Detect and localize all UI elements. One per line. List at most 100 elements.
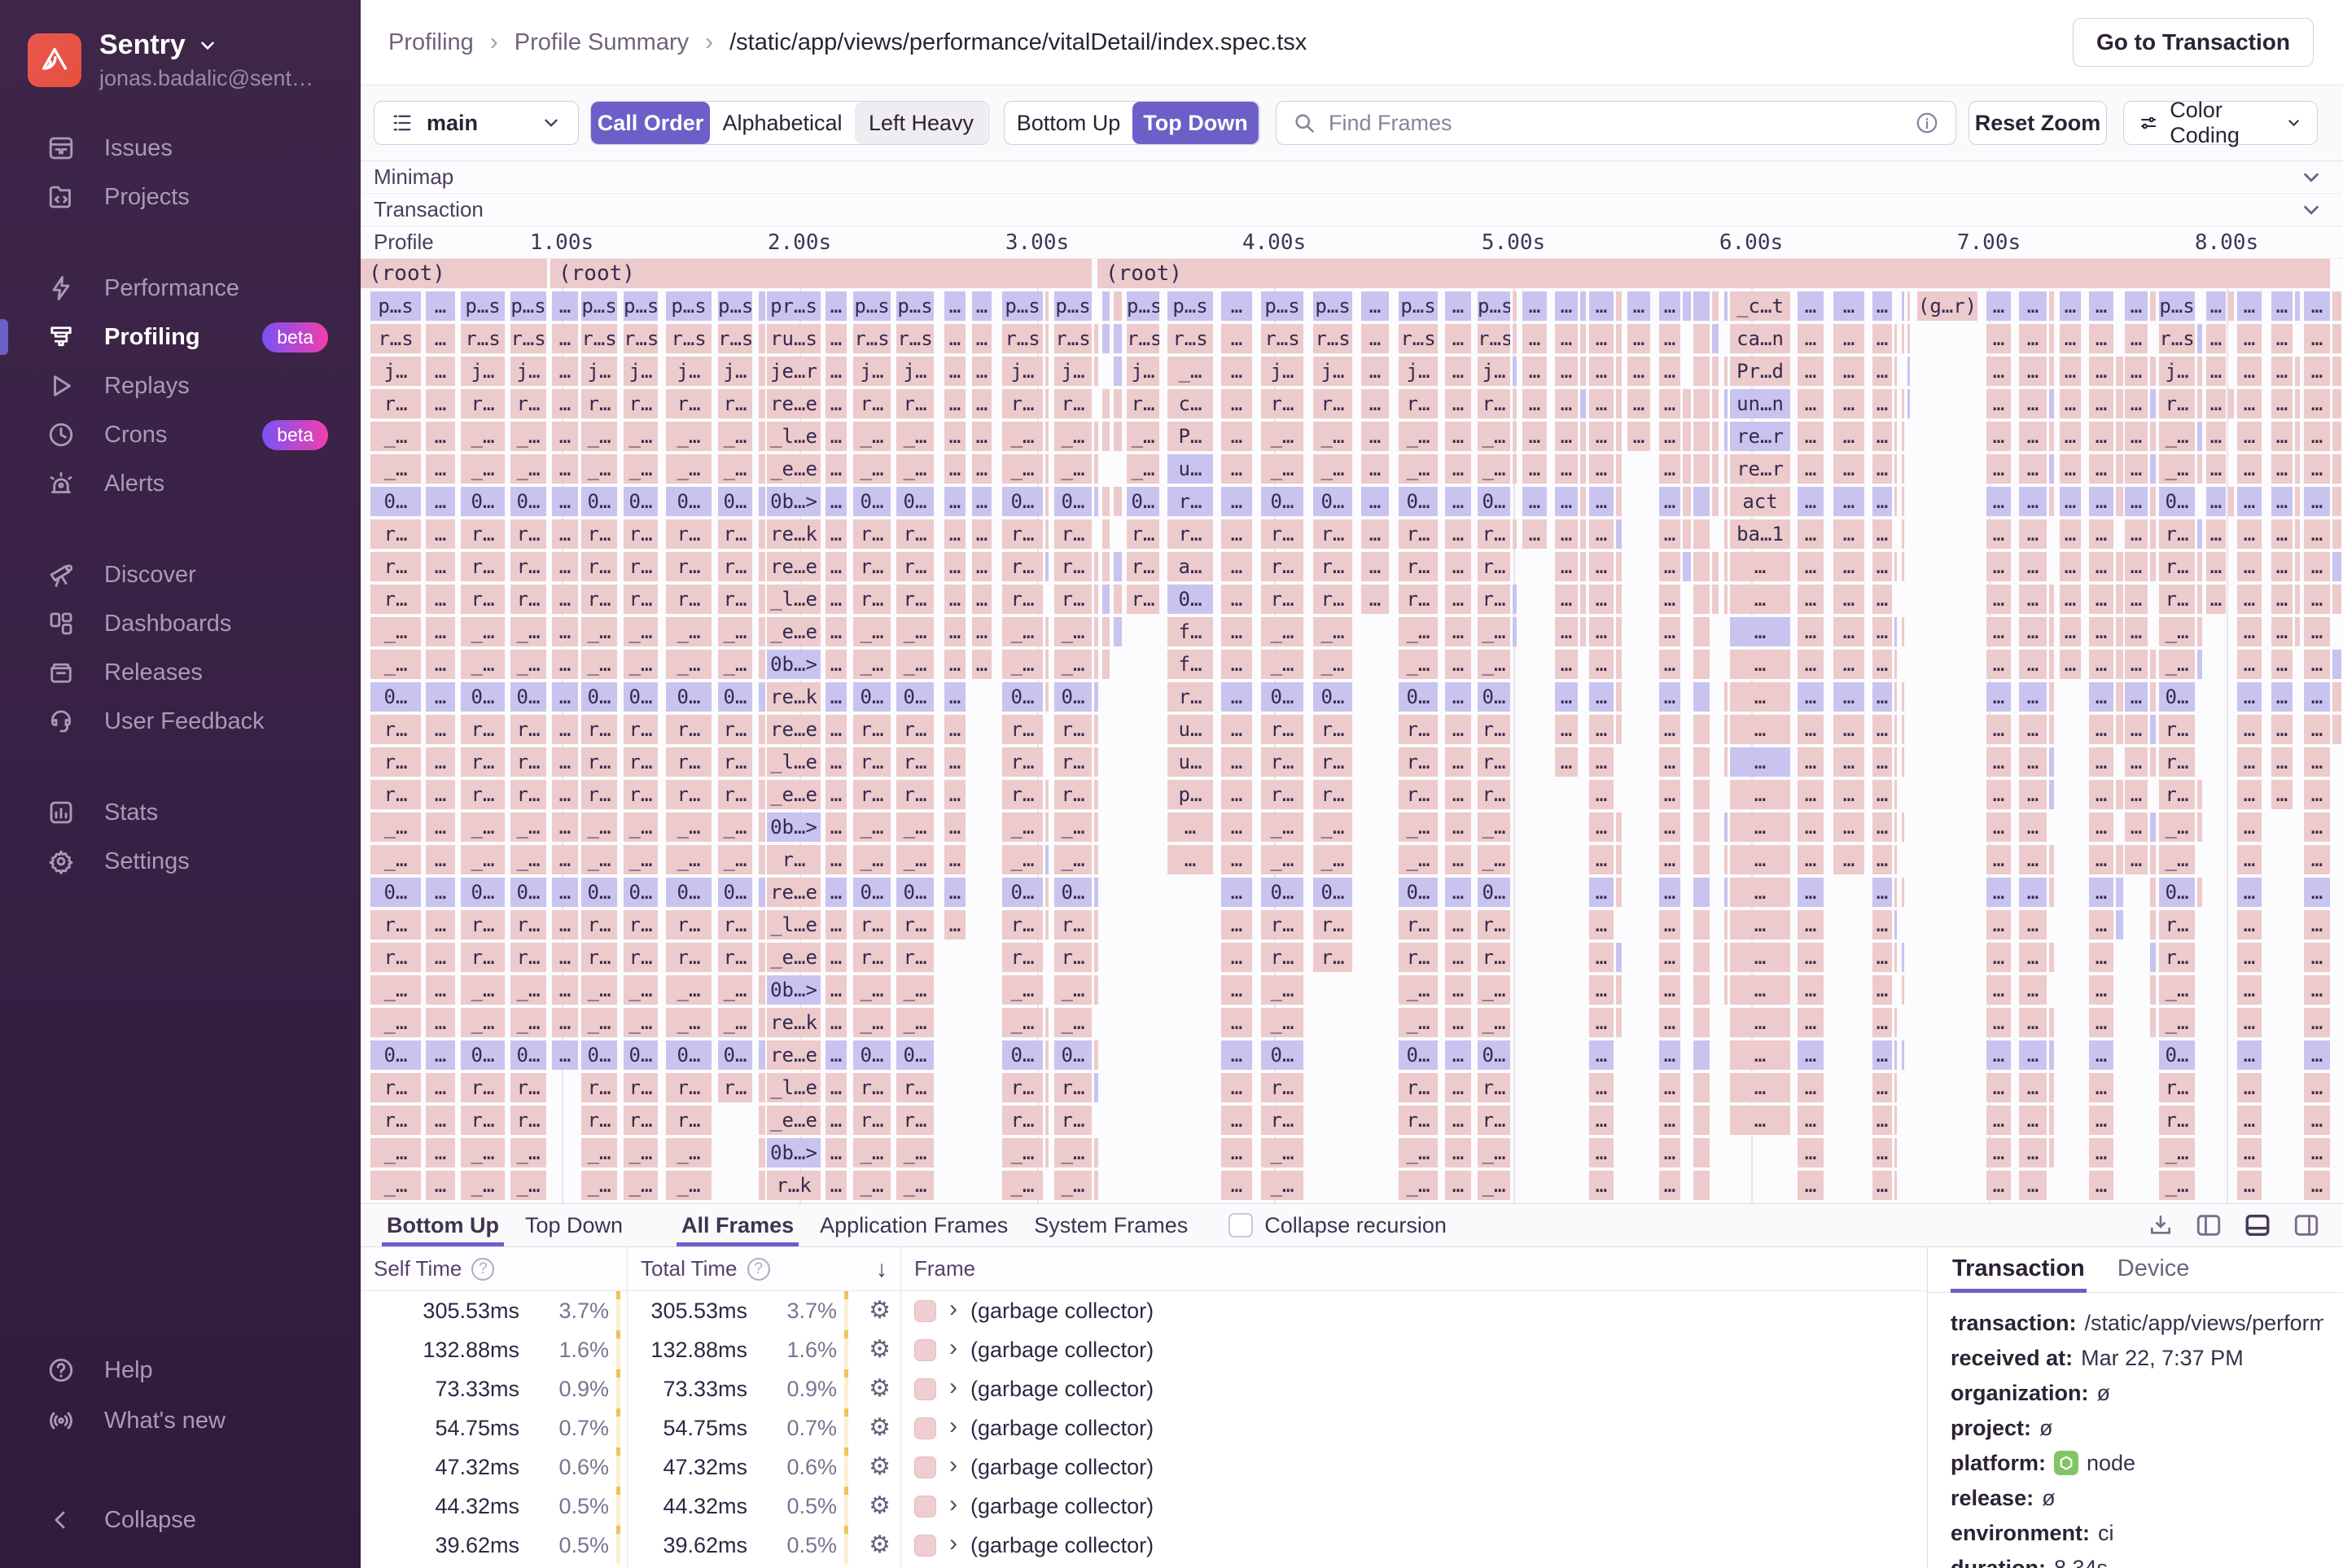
flame-frame-cell[interactable] bbox=[1902, 519, 1904, 549]
flame-frame-cell[interactable]: r… bbox=[1002, 1106, 1043, 1135]
flame-frame-cell[interactable]: _… bbox=[666, 422, 712, 451]
flame-frame-cell[interactable]: r… bbox=[461, 943, 505, 972]
flame-frame-cell[interactable] bbox=[1616, 617, 1622, 646]
flame-frame-cell[interactable]: 0… bbox=[1313, 878, 1352, 907]
flame-frame-cell[interactable]: … bbox=[972, 552, 992, 581]
flame-frame-cell[interactable] bbox=[1102, 291, 1110, 321]
flame-frame-cell[interactable]: … bbox=[826, 650, 847, 679]
flame-frame-cell[interactable]: … bbox=[1872, 780, 1892, 809]
flame-frame-cell[interactable] bbox=[1894, 389, 1897, 418]
flame-frame-cell[interactable]: r… bbox=[461, 552, 505, 581]
flame-frame-cell[interactable]: … bbox=[1445, 389, 1471, 418]
flame-frame-cell[interactable]: … bbox=[1555, 715, 1578, 744]
flame-frame-cell[interactable] bbox=[1616, 487, 1622, 516]
flame-frame-cell[interactable]: … bbox=[2304, 552, 2330, 581]
flame-frame-cell[interactable]: … bbox=[2271, 617, 2293, 646]
expand-chevron-icon[interactable]: › bbox=[949, 1373, 957, 1401]
flame-frame-cell[interactable] bbox=[759, 682, 765, 712]
flame-frame-cell[interactable]: _… bbox=[510, 617, 546, 646]
flame-frame-cell[interactable]: _… bbox=[1002, 845, 1043, 874]
flame-frame-cell[interactable]: … bbox=[2237, 585, 2262, 614]
flame-frame-cell[interactable]: … bbox=[2089, 943, 2113, 972]
flame-frame-cell[interactable]: … bbox=[1798, 389, 1824, 418]
flame-frame-cell[interactable]: _… bbox=[624, 650, 658, 679]
flame-frame-cell[interactable] bbox=[1693, 291, 1710, 321]
flame-frame-cell[interactable]: … bbox=[2206, 389, 2226, 418]
flame-frame-cell[interactable]: … bbox=[2060, 552, 2081, 581]
segment-option-alphabetical[interactable]: Alphabetical bbox=[710, 102, 855, 144]
flame-frame-cell[interactable]: … bbox=[1221, 943, 1252, 972]
flame-frame-cell[interactable]: p…s bbox=[624, 291, 658, 321]
flame-frame-cell[interactable]: … bbox=[1798, 650, 1824, 679]
flame-frame-cell[interactable] bbox=[2197, 389, 2202, 418]
flame-frame-cell[interactable]: … bbox=[1361, 389, 1389, 418]
tab-system-frames[interactable]: System Frames bbox=[1021, 1204, 1201, 1246]
find-frames-input[interactable]: Find Frames bbox=[1276, 101, 1956, 145]
flame-frame-cell[interactable]: _… bbox=[1313, 454, 1352, 484]
flame-frame-cell[interactable]: _… bbox=[1478, 454, 1510, 484]
sidebar-item-alerts[interactable]: Alerts bbox=[0, 459, 361, 508]
sidebar-item-dashboards[interactable]: Dashboards bbox=[0, 599, 361, 648]
flame-frame-cell[interactable]: r… bbox=[666, 943, 712, 972]
flame-frame-cell[interactable]: r… bbox=[1261, 389, 1303, 418]
flame-frame-cell[interactable] bbox=[1894, 1040, 1897, 1070]
flame-frame-cell[interactable]: … bbox=[1522, 519, 1547, 549]
expand-chevron-icon[interactable]: › bbox=[949, 1452, 957, 1479]
flame-frame-cell[interactable]: _… bbox=[461, 454, 505, 484]
flame-frame-cell[interactable]: p…s bbox=[370, 291, 421, 321]
flame-frame-cell[interactable]: r… bbox=[853, 389, 891, 418]
flame-frame-cell[interactable]: … bbox=[1627, 357, 1650, 386]
flame-frame-cell[interactable]: r… bbox=[581, 1106, 617, 1135]
flame-frame-cell[interactable]: 0… bbox=[1313, 682, 1352, 712]
flame-frame-cell[interactable]: j… bbox=[1002, 357, 1043, 386]
flame-frame-cell[interactable]: … bbox=[972, 291, 992, 321]
flame-frame-cell[interactable]: r… bbox=[666, 389, 712, 418]
flame-frame-cell[interactable]: _… bbox=[370, 1008, 421, 1037]
flame-frame-cell[interactable]: … bbox=[2060, 324, 2081, 353]
flame-frame-cell[interactable]: … bbox=[1833, 324, 1864, 353]
flame-frame-cell[interactable]: 0… bbox=[1261, 1040, 1303, 1070]
flame-frame-cell[interactable]: j… bbox=[1313, 357, 1352, 386]
flame-frame-cell[interactable]: _… bbox=[624, 617, 658, 646]
flame-frame-cell[interactable]: … bbox=[2125, 845, 2148, 874]
flame-frame-cell[interactable]: _… bbox=[370, 845, 421, 874]
flame-frame-cell[interactable]: … bbox=[944, 780, 966, 809]
flame-frame-cell[interactable] bbox=[1102, 650, 1110, 679]
flame-frame-cell[interactable]: … bbox=[1986, 389, 2011, 418]
flame-frame-cell[interactable]: p…s bbox=[853, 291, 891, 321]
flame-frame-cell[interactable]: … bbox=[1361, 585, 1389, 614]
flame-frame-cell[interactable] bbox=[1094, 812, 1098, 842]
flame-frame-cell[interactable]: p…s bbox=[1313, 291, 1352, 321]
flame-frame-cell[interactable]: … bbox=[826, 519, 847, 549]
flame-frame-cell[interactable]: _… bbox=[1054, 617, 1092, 646]
flame-frame-cell[interactable]: … bbox=[2304, 747, 2330, 777]
flame-frame-cell[interactable]: … bbox=[2019, 812, 2047, 842]
flame-frame-cell[interactable]: _… bbox=[461, 1138, 505, 1167]
flame-frame-cell[interactable]: … bbox=[1798, 878, 1824, 907]
flame-frame-cell[interactable]: … bbox=[1445, 487, 1471, 516]
flame-frame-cell[interactable]: … bbox=[1730, 747, 1790, 777]
flame-frame-cell[interactable] bbox=[1045, 878, 1049, 907]
flame-frame-cell[interactable]: … bbox=[1730, 1040, 1790, 1070]
flame-frame-cell[interactable]: r… bbox=[624, 780, 658, 809]
flame-frame-cell[interactable]: 0… bbox=[624, 1040, 658, 1070]
flame-frame-cell[interactable] bbox=[1045, 389, 1049, 418]
flame-frame-cell[interactable]: _… bbox=[853, 845, 891, 874]
flame-frame-cell[interactable]: … bbox=[426, 1171, 455, 1200]
flame-frame-cell[interactable] bbox=[2228, 291, 2234, 321]
flame-frame-cell[interactable]: … bbox=[1833, 682, 1864, 712]
flame-frame-cell[interactable]: r… bbox=[624, 552, 658, 581]
flame-frame-cell[interactable]: r… bbox=[461, 747, 505, 777]
flame-frame-cell[interactable]: _… bbox=[1054, 650, 1092, 679]
flame-frame-cell[interactable]: … bbox=[1445, 650, 1471, 679]
flame-frame-cell[interactable] bbox=[1894, 357, 1897, 386]
flame-frame-cell[interactable] bbox=[1102, 552, 1110, 581]
flame-frame-cell[interactable]: … bbox=[826, 780, 847, 809]
flame-frame-cell[interactable]: … bbox=[1221, 1073, 1252, 1102]
flame-frame-cell[interactable] bbox=[759, 1171, 765, 1200]
flame-frame-cell[interactable]: … bbox=[826, 910, 847, 939]
flame-frame-cell[interactable]: … bbox=[2237, 943, 2262, 972]
flame-frame-cell[interactable]: … bbox=[2125, 324, 2148, 353]
flame-frame-cell[interactable]: … bbox=[1798, 943, 1824, 972]
flame-frame-cell[interactable]: … bbox=[1659, 324, 1680, 353]
